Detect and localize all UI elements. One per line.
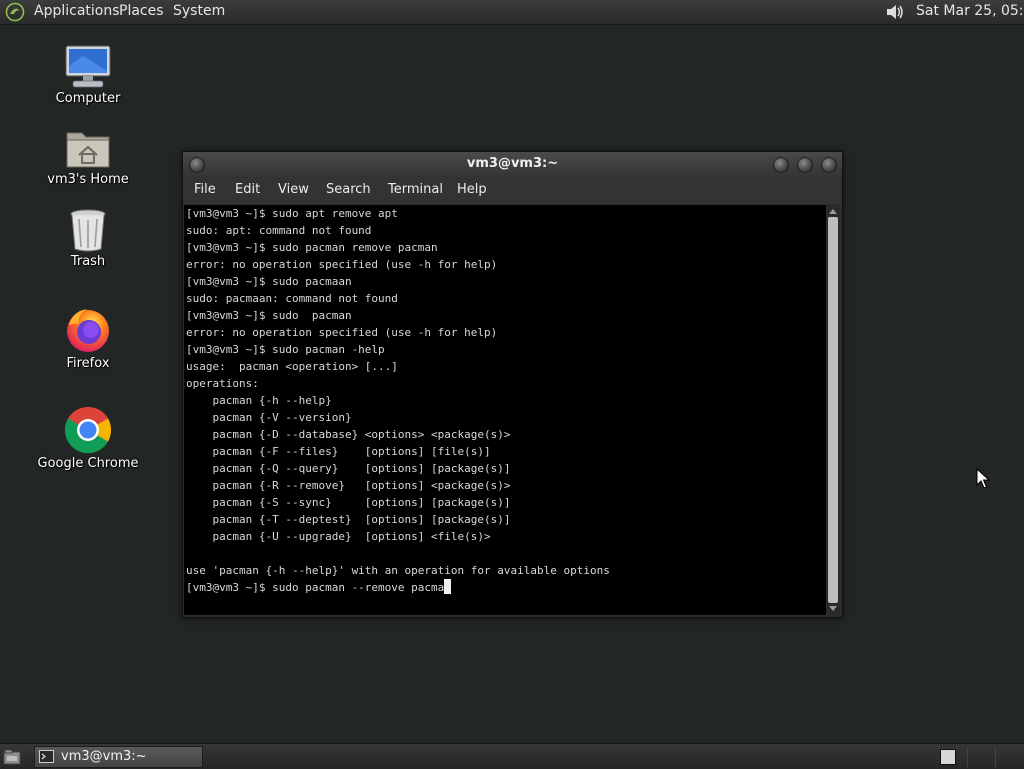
desktop-icon-label: Trash — [70, 254, 106, 269]
menu-terminal[interactable]: Terminal — [388, 177, 443, 204]
firefox-icon — [67, 309, 109, 352]
top-panel: Applications Places System Sat Mar 25, 0… — [0, 0, 1024, 25]
taskbar-button-label: vm3@vm3:~ — [61, 749, 147, 764]
desktop-icon-label: Google Chrome — [37, 456, 139, 471]
clock[interactable]: Sat Mar 25, 05:19 — [916, 0, 1024, 24]
mouse-pointer-icon — [976, 468, 990, 489]
menu-file[interactable]: File — [194, 177, 216, 204]
show-desktop-icon[interactable] — [3, 749, 21, 765]
workspace-separator — [967, 746, 968, 767]
scroll-down-arrow-icon[interactable] — [829, 606, 837, 611]
bottom-panel: vm3@vm3:~ — [0, 743, 1024, 769]
window-title: vm3@vm3:~ — [466, 156, 559, 171]
trash-icon — [70, 209, 106, 252]
desktop-icon-label: Computer — [55, 91, 121, 106]
terminal-menubar: File Edit View Search Terminal Help — [183, 177, 842, 204]
places-menu[interactable]: Places — [119, 0, 164, 24]
terminal-history: [vm3@vm3 ~]$ sudo apt remove apt sudo: a… — [186, 207, 610, 577]
computer-icon — [65, 45, 111, 88]
desktop-icon-label: Firefox — [66, 356, 110, 371]
home-folder-icon — [66, 132, 110, 168]
close-button[interactable] — [821, 157, 837, 173]
applications-menu[interactable]: Applications — [34, 0, 120, 24]
taskbar-button-terminal[interactable]: vm3@vm3:~ — [34, 746, 203, 768]
volume-icon[interactable] — [884, 2, 906, 22]
terminal-command-line[interactable]: [vm3@vm3 ~]$ sudo pacman --remove pacma — [186, 581, 444, 594]
minimize-button[interactable] — [773, 157, 789, 173]
workspace-switcher-1[interactable] — [940, 749, 956, 765]
desktop-icon-chrome[interactable]: Google Chrome — [33, 405, 143, 471]
terminal-icon — [39, 750, 54, 763]
terminal-scrollbar[interactable] — [826, 205, 840, 615]
desktop-icon-trash[interactable]: Trash — [33, 207, 143, 269]
menu-view[interactable]: View — [278, 177, 309, 204]
terminal-output: [vm3@vm3 ~]$ sudo apt remove apt sudo: a… — [184, 205, 826, 596]
menu-help[interactable]: Help — [457, 177, 487, 204]
desktop-icon-firefox[interactable]: Firefox — [33, 305, 143, 371]
chrome-icon — [64, 406, 112, 454]
maximize-button[interactable] — [797, 157, 813, 173]
workspace-separator — [995, 746, 996, 767]
text-cursor — [444, 579, 452, 594]
window-titlebar[interactable]: vm3@vm3:~ — [183, 152, 842, 177]
system-menu[interactable]: System — [173, 0, 225, 24]
menu-search[interactable]: Search — [326, 177, 371, 204]
scrollbar-thumb[interactable] — [828, 217, 838, 603]
menu-edit[interactable]: Edit — [235, 177, 260, 204]
terminal-text-area[interactable]: [vm3@vm3 ~]$ sudo apt remove apt sudo: a… — [184, 205, 826, 615]
terminal-window[interactable]: vm3@vm3:~ File Edit View Search Terminal… — [182, 151, 843, 618]
desktop-icon-label: vm3's Home — [47, 172, 129, 187]
scroll-up-arrow-icon[interactable] — [829, 209, 837, 214]
distro-logo-icon[interactable] — [5, 2, 25, 22]
desktop-icon-home[interactable]: vm3's Home — [33, 127, 143, 187]
desktop-icon-computer[interactable]: Computer — [33, 44, 143, 106]
